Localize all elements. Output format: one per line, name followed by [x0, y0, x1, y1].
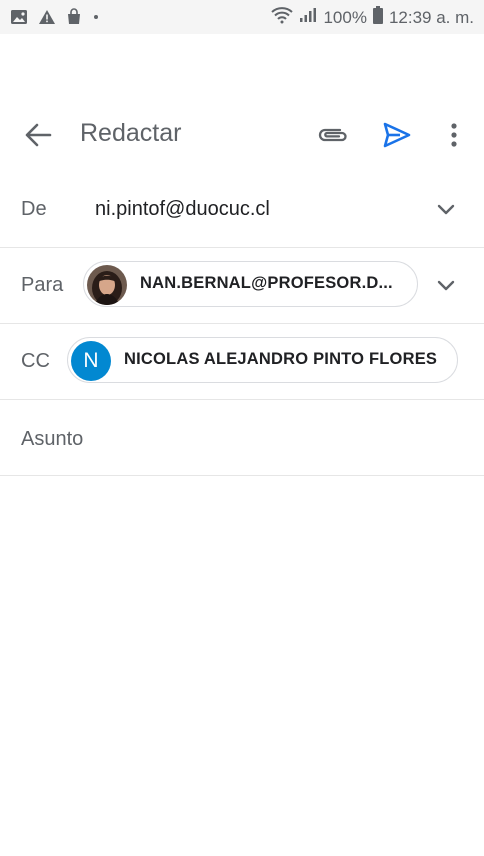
back-button[interactable]	[22, 120, 54, 150]
to-chip-text: NAN.BERNAL@PROFESOR.D...	[140, 274, 393, 292]
message-body[interactable]	[0, 476, 484, 856]
more-vert-icon	[451, 123, 457, 147]
more-options-button[interactable]	[444, 120, 464, 150]
send-button[interactable]	[381, 120, 413, 150]
signal-icon	[299, 7, 317, 28]
subject-input[interactable]: Asunto	[21, 428, 83, 451]
status-right: 100% 12:39 a. m.	[271, 6, 474, 29]
back-arrow-icon	[25, 123, 52, 147]
warning-icon	[38, 9, 56, 25]
shopping-bag-icon	[66, 8, 82, 25]
subject-row[interactable]: Asunto	[0, 400, 484, 476]
send-icon	[383, 122, 411, 148]
to-chevron-down-icon[interactable]	[436, 279, 456, 293]
from-label: De	[21, 198, 47, 220]
cc-row: CC N NICOLAS ALEJANDRO PINTO FLORES	[0, 324, 484, 400]
from-chevron-down-icon[interactable]	[436, 203, 456, 217]
from-row: De ni.pintof@duocuc.cl	[0, 172, 484, 248]
compose-app-bar: Redactar	[0, 100, 484, 168]
status-left-icons	[10, 8, 100, 25]
to-label: Para	[21, 274, 64, 296]
cc-chip-text: NICOLAS ALEJANDRO PINTO FLORES	[124, 350, 438, 368]
cc-label: CC	[21, 350, 50, 372]
clock: 12:39 a. m.	[388, 7, 474, 27]
to-row: Para NAN.BERNAL@PROFESOR.D...	[0, 248, 484, 324]
image-icon	[10, 9, 28, 25]
avatar	[87, 265, 127, 305]
attachment-icon	[318, 128, 347, 142]
page-title: Redactar	[80, 119, 182, 147]
attach-button[interactable]	[316, 122, 350, 148]
status-bar: 100% 12:39 a. m.	[0, 0, 484, 34]
wifi-icon	[271, 6, 294, 29]
cc-recipient-chip[interactable]: N NICOLAS ALEJANDRO PINTO FLORES	[67, 337, 458, 383]
from-value[interactable]: ni.pintof@duocuc.cl	[95, 198, 270, 221]
avatar: N	[71, 341, 111, 381]
to-recipient-chip[interactable]: NAN.BERNAL@PROFESOR.D...	[83, 261, 418, 307]
battery-percent: 100%	[323, 7, 367, 27]
dot-icon	[92, 13, 100, 21]
battery-icon	[372, 6, 383, 29]
